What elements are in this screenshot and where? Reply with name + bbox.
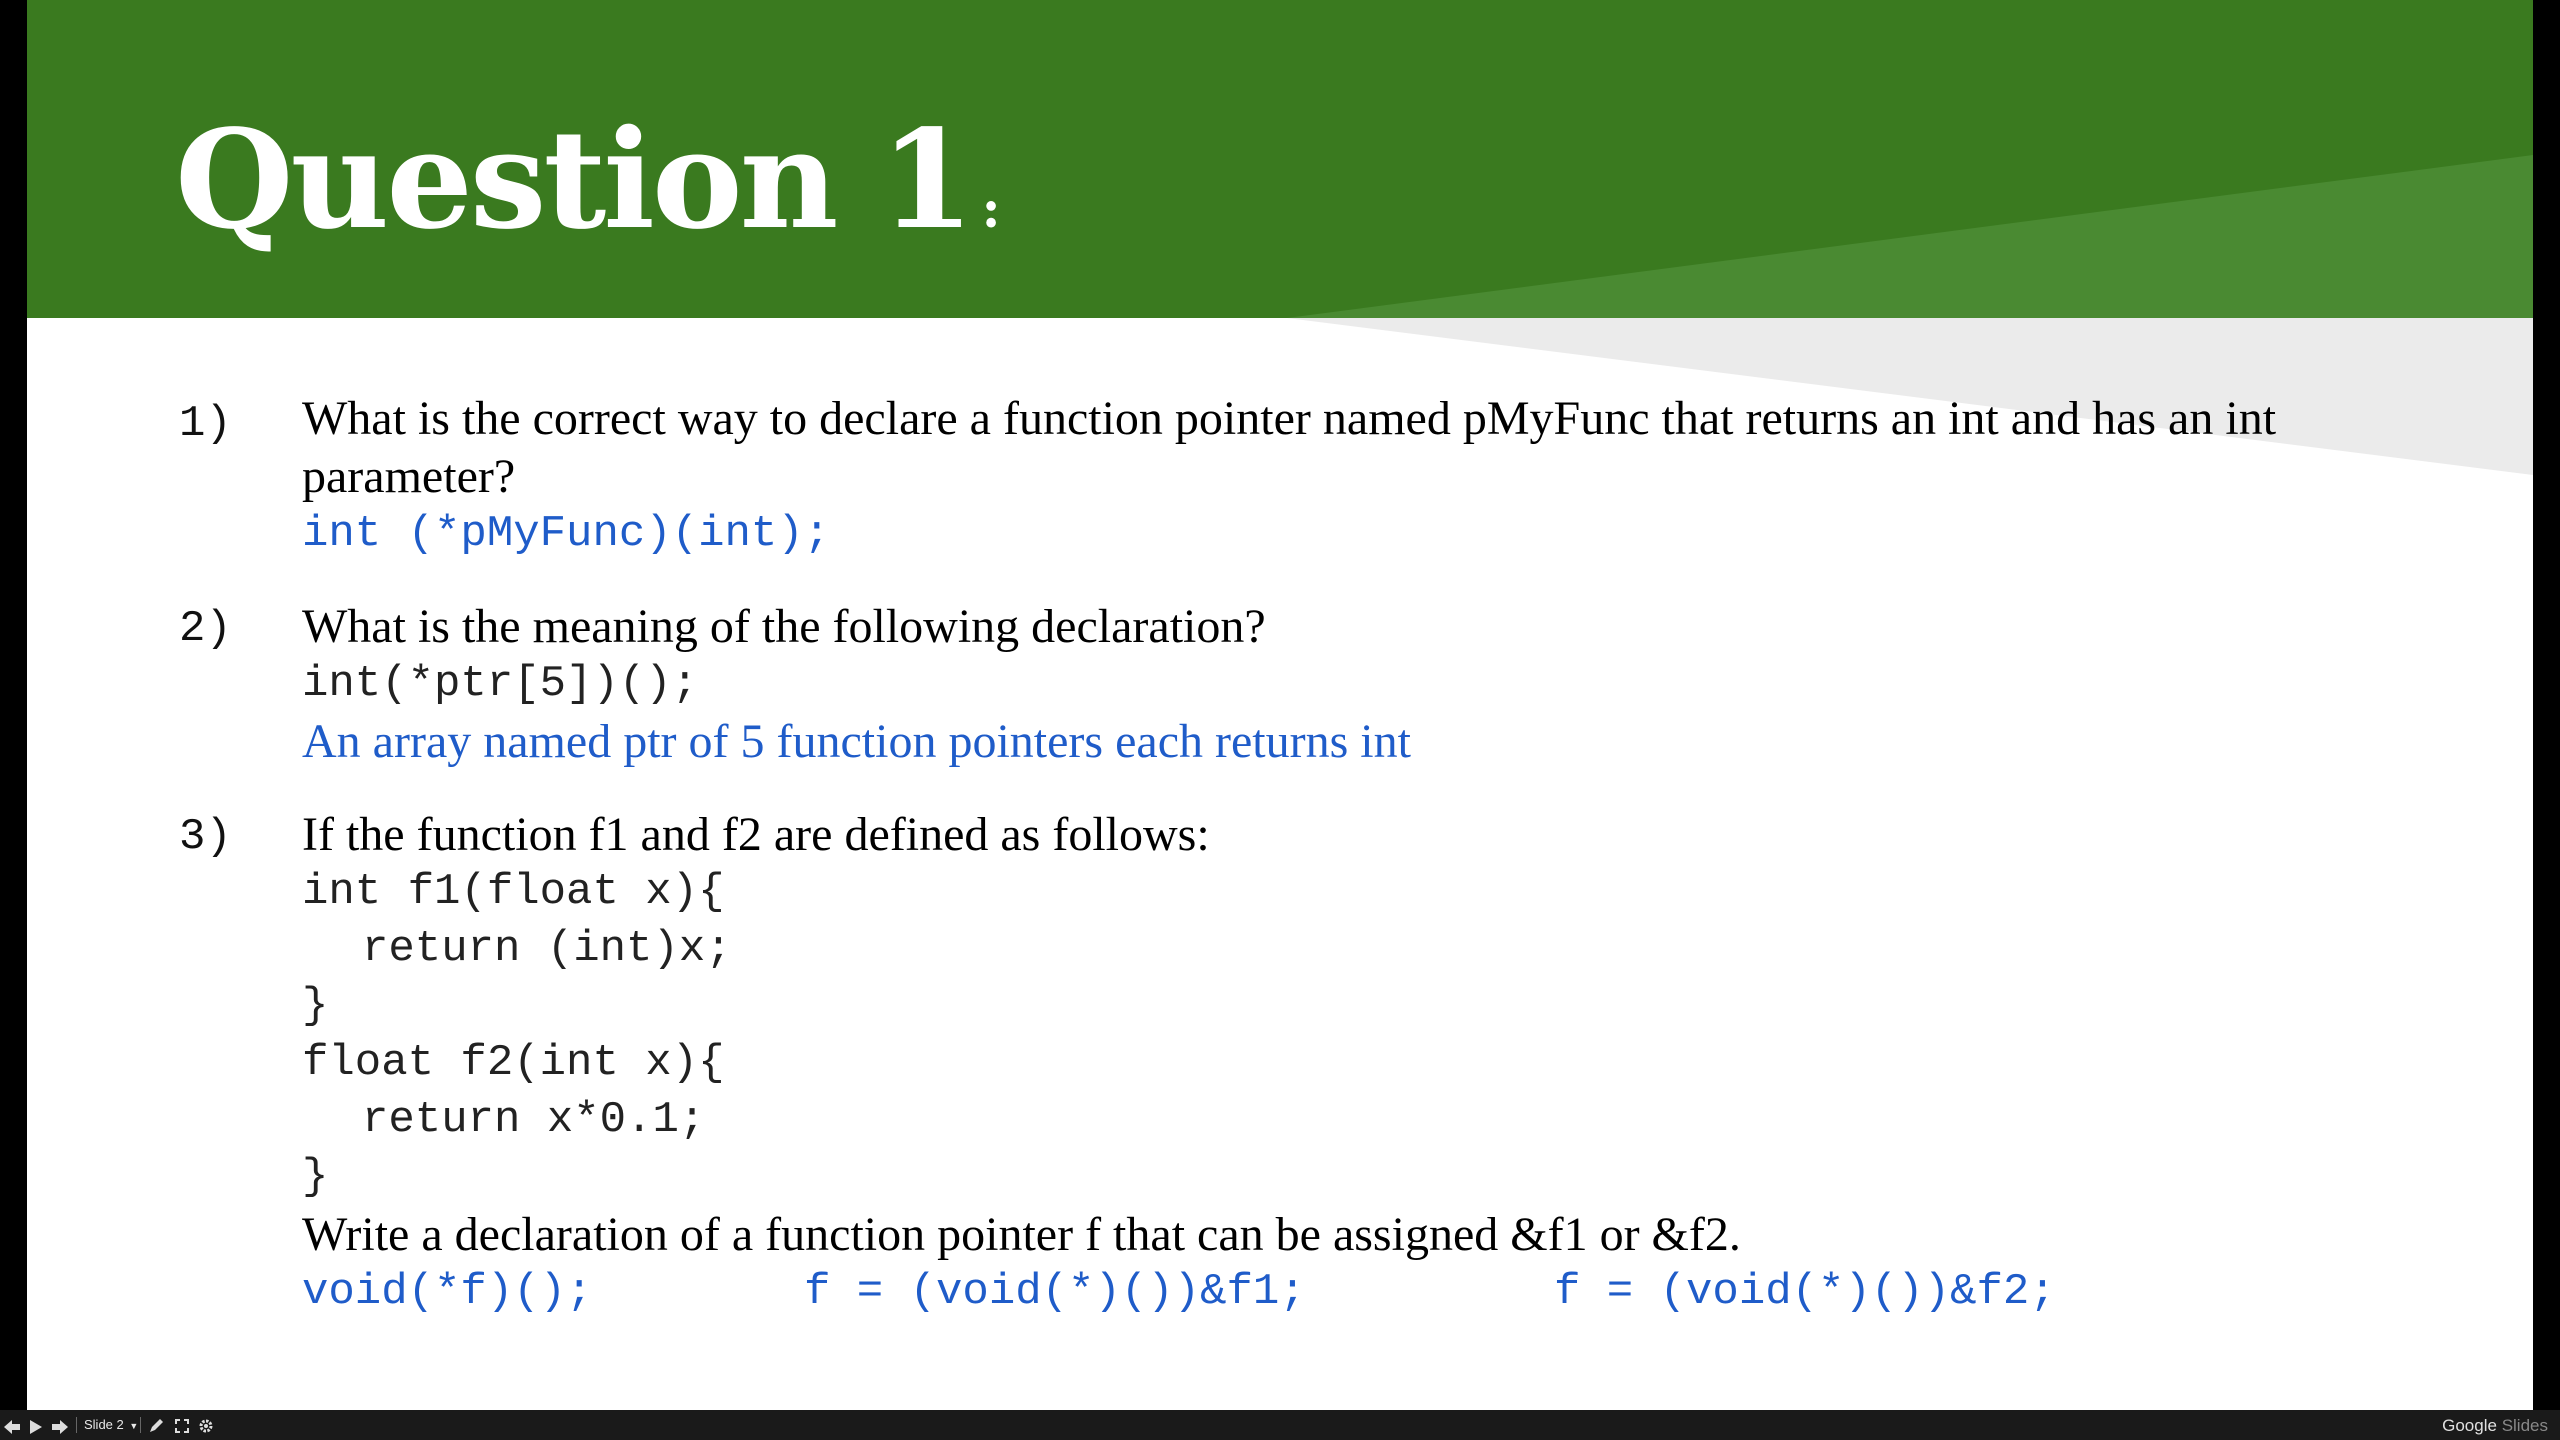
question-code: int(*ptr[5])(); bbox=[302, 659, 699, 709]
answer-text: An array named ptr of 5 function pointer… bbox=[302, 715, 1411, 768]
toolbar-divider bbox=[140, 1417, 141, 1433]
answer-part: f = (void(*)())&f1; bbox=[804, 1267, 1306, 1317]
slide-selector[interactable]: Slide 2 ▼ bbox=[84, 1416, 138, 1434]
question-2: What is the meaning of the following dec… bbox=[302, 598, 2432, 771]
question-number: 2) bbox=[179, 604, 232, 654]
prev-icon[interactable] bbox=[4, 1418, 20, 1436]
google-slides-logo: Google Slides bbox=[2442, 1416, 2548, 1436]
pen-icon[interactable] bbox=[148, 1417, 164, 1435]
question-text: What is the correct way to declare a fun… bbox=[302, 392, 2277, 445]
toolbar-divider bbox=[76, 1417, 77, 1433]
title-colon: : bbox=[981, 179, 1001, 240]
code-line: return x*0.1; bbox=[362, 1095, 706, 1145]
code-line: float f2(int x){ bbox=[302, 1038, 725, 1088]
code-line: } bbox=[302, 1152, 329, 1202]
next-icon[interactable] bbox=[52, 1418, 68, 1436]
slide: Question 1: 1) What is the correct way t… bbox=[27, 0, 2533, 1410]
question-text: If the function f1 and f2 are defined as… bbox=[302, 808, 1210, 861]
fullscreen-icon[interactable] bbox=[174, 1417, 190, 1435]
slide-label: Slide 2 bbox=[84, 1417, 124, 1432]
question-number: 1) bbox=[179, 399, 232, 449]
brand-dim: Slides bbox=[2501, 1416, 2548, 1435]
presenter-toolbar: Slide 2 ▼ Google Slides bbox=[0, 1410, 2560, 1440]
answer-part: f = (void(*)())&f2; bbox=[1554, 1267, 2056, 1317]
code-line: return (int)x; bbox=[362, 924, 732, 974]
answer-part: void(*f)(); bbox=[302, 1267, 593, 1317]
question-text: parameter? bbox=[302, 450, 516, 503]
slide-title: Question 1: bbox=[175, 100, 1001, 290]
brand-main: Google bbox=[2442, 1416, 2497, 1435]
question-3: If the function f1 and f2 are defined as… bbox=[302, 806, 2432, 1321]
chevron-down-icon: ▼ bbox=[129, 1421, 139, 1431]
answer-code: int (*pMyFunc)(int); bbox=[302, 509, 831, 559]
title-text: Question 1 bbox=[175, 100, 974, 260]
question-number: 3) bbox=[179, 812, 232, 862]
answer-code: void(*f)(); f = (void(*)())&f1; f = (void(… bbox=[302, 1264, 2432, 1321]
question-1: What is the correct way to declare a fun… bbox=[302, 390, 2432, 563]
gear-icon[interactable] bbox=[198, 1417, 214, 1435]
code-line: int f1(float x){ bbox=[302, 867, 725, 917]
question-followup: Write a declaration of a function pointe… bbox=[302, 1208, 1741, 1261]
play-icon[interactable] bbox=[28, 1418, 42, 1436]
question-text: What is the meaning of the following dec… bbox=[302, 600, 1266, 653]
code-line: } bbox=[302, 981, 329, 1031]
